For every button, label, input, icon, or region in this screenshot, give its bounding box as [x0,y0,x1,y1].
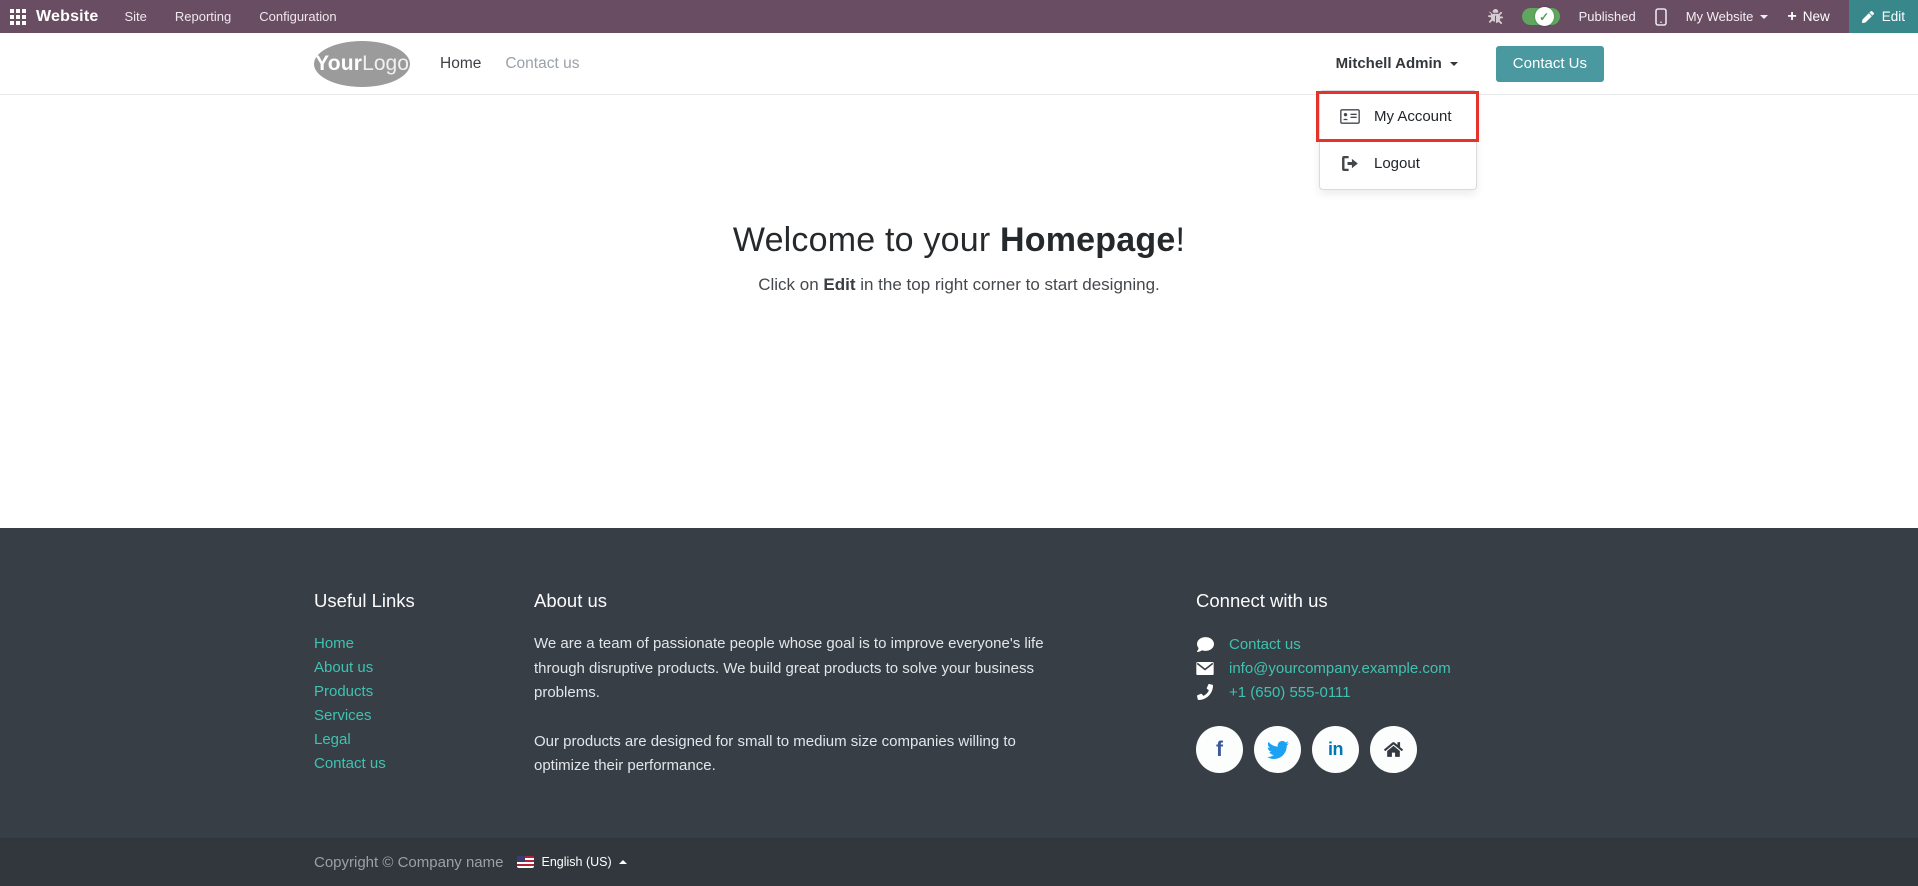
topbar-right: ✓ Published My Website + New Edit [1487,0,1918,33]
caret-up-icon [618,860,627,864]
about-title: About us [534,590,608,611]
facebook-icon: f [1216,737,1223,761]
contact-us-button[interactable]: Contact Us [1495,45,1604,82]
footer-link-about-us[interactable]: About us [314,656,534,680]
homepage-hero: Welcome to your Homepage! Click on Edit … [0,95,1918,528]
website-selector-label: My Website [1685,9,1754,24]
footer-link-legal[interactable]: Legal [314,728,534,752]
footer-about: About us We are a team of passionate peo… [534,590,1059,803]
chevron-down-icon [1760,14,1769,19]
publish-toggle[interactable]: ✓ [1521,7,1560,26]
topbar-menus: Site Reporting Configuration [124,9,336,24]
user-name: Mitchell Admin [1335,55,1442,72]
site-nav: Home Contact us [440,55,579,73]
website-header: Your Logo Home Contact us Mitchell Admin … [0,33,1918,95]
footer-contact-row: Contact us [1196,632,1604,656]
site-footer: Useful Links Home About us Products Serv… [0,528,1918,838]
menu-reporting[interactable]: Reporting [175,9,231,24]
menu-configuration[interactable]: Configuration [259,9,336,24]
nav-home[interactable]: Home [440,55,481,73]
footer-link-services[interactable]: Services [314,704,534,728]
nav-contact-us[interactable]: Contact us [505,55,579,73]
user-dropdown-menu: My Account Logout [1319,90,1477,190]
logout-label: Logout [1374,155,1420,172]
linkedin-icon: in [1328,739,1344,759]
language-selector[interactable]: English (US) [517,855,627,869]
footer-email-row: info@yourcompany.example.com [1196,656,1604,680]
useful-links-title: Useful Links [314,590,415,611]
social-links: f in [1196,726,1604,773]
mobile-preview-icon[interactable] [1654,7,1667,26]
my-account-label: My Account [1374,108,1452,125]
new-button[interactable]: + New [1787,7,1830,25]
footer-connect: Connect with us Contact us info@yourcomp… [1196,590,1604,803]
edit-button[interactable]: Edit [1848,0,1918,33]
menu-item-my-account[interactable]: My Account [1320,93,1476,140]
language-label: English (US) [541,855,612,869]
pencil-icon [1861,10,1874,23]
user-menu-toggle[interactable]: Mitchell Admin [1336,55,1458,72]
menu-site[interactable]: Site [124,9,146,24]
twitter-button[interactable] [1254,726,1301,773]
website-selector[interactable]: My Website [1686,9,1769,24]
edit-button-label: Edit [1881,9,1905,24]
comment-icon [1196,636,1214,653]
publish-toggle-check-icon: ✓ [1534,7,1554,26]
footer-email-link[interactable]: info@yourcompany.example.com [1229,660,1451,677]
plus-icon: + [1787,7,1797,25]
home-button[interactable] [1370,726,1417,773]
chevron-down-icon [1449,61,1458,66]
copyright-text: Copyright © Company name [314,853,504,871]
footer-link-products[interactable]: Products [314,680,534,704]
us-flag-icon [517,856,535,868]
topbar-left: Website Site Reporting Configuration [10,8,337,26]
footer-contact-link[interactable]: Contact us [1229,636,1301,653]
connect-title: Connect with us [1196,590,1328,611]
logo-text-your: Your [315,51,363,75]
linkedin-button[interactable]: in [1312,726,1359,773]
home-icon [1384,741,1403,758]
app-name[interactable]: Website [36,8,98,26]
envelope-icon [1196,661,1214,675]
logout-icon [1340,156,1360,171]
copyright-bar: Copyright © Company name English (US) [0,838,1918,886]
apps-grid-icon[interactable] [10,8,26,25]
phone-icon [1196,684,1214,700]
menu-item-logout[interactable]: Logout [1320,140,1476,187]
site-logo[interactable]: Your Logo [314,40,410,87]
about-paragraph-2: Our products are designed for small to m… [534,732,1016,775]
footer-link-home[interactable]: Home [314,632,534,656]
footer-phone-row: +1 (650) 555-0111 [1196,680,1604,704]
id-card-icon [1340,109,1360,124]
about-paragraph-1: We are a team of passionate people whose… [534,635,1044,701]
bug-icon[interactable] [1487,9,1503,24]
new-button-label: New [1802,9,1830,24]
footer-link-contact-us[interactable]: Contact us [314,752,534,776]
hero-subtitle: Click on Edit in the top right corner to… [758,275,1160,294]
published-label: Published [1578,9,1636,24]
twitter-icon [1266,739,1289,761]
odoo-top-bar: Website Site Reporting Configuration ✓ P… [0,0,1918,33]
facebook-button[interactable]: f [1196,726,1243,773]
footer-phone-link[interactable]: +1 (650) 555-0111 [1229,684,1351,701]
footer-useful-links: Useful Links Home About us Products Serv… [314,590,534,803]
hero-title: Welcome to your Homepage! [732,221,1186,259]
logo-text-logo: Logo [362,51,409,75]
header-right: Mitchell Admin Contact Us [1336,45,1604,82]
